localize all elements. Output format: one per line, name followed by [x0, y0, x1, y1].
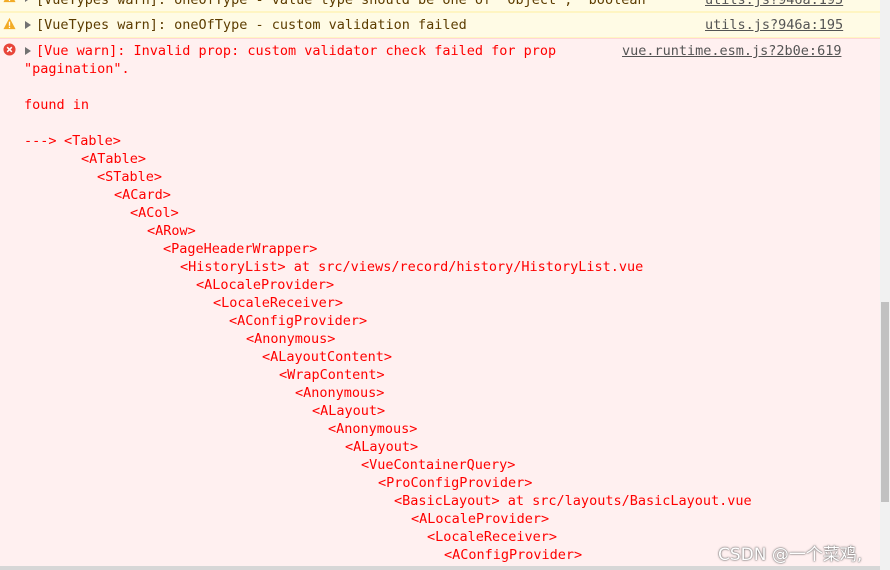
trace-component: <ALayout> [345, 439, 419, 455]
watermark: CSDN @一个菜鸡, [718, 545, 863, 565]
trace-component: <ALocaleProvider> [196, 277, 335, 293]
trace-component: <Table> [64, 133, 121, 149]
trace-component: <ALayoutContent> [262, 349, 393, 365]
console-message-error[interactable]: [Vue warn]: Invalid prop: custom validat… [0, 38, 880, 566]
expand-triangle-icon[interactable] [25, 47, 31, 55]
found-in-label: found in [24, 97, 90, 113]
source-link[interactable]: utils.js?946a:195 [705, 0, 843, 9]
trace-component: <ACol> [130, 205, 179, 221]
devtools-console: [VueTypes warn]: oneOfType - value type … [0, 0, 890, 570]
trace-arrow: ---> [24, 133, 57, 149]
expand-triangle-icon[interactable] [25, 21, 31, 29]
source-link[interactable]: utils.js?946a:195 [705, 16, 843, 34]
trace-component: <VueContainerQuery> [361, 457, 516, 473]
trace-component: <STable> [97, 169, 163, 185]
error-text-line2: "pagination". [24, 61, 130, 77]
trace-component: <HistoryList> at src/views/record/histor… [180, 259, 644, 275]
scrollbar-thumb[interactable] [881, 302, 889, 502]
warning-triangle-icon [3, 17, 16, 30]
trace-component: <ALayout> [312, 403, 386, 419]
source-link[interactable]: vue.runtime.esm.js?2b0e:619 [622, 42, 841, 60]
trace-component: <ProConfigProvider> [378, 475, 533, 491]
expand-triangle-icon[interactable] [25, 0, 31, 2]
trace-component: <BasicLayout> at src/layouts/BasicLayout… [394, 493, 752, 509]
horizontal-divider [0, 566, 880, 570]
trace-component: <AConfigProvider> [444, 547, 583, 563]
trace-component: <Anonymous> [295, 385, 385, 401]
message-text: [VueTypes warn]: oneOfType - custom vali… [36, 17, 467, 33]
trace-component: <LocaleReceiver> [427, 529, 558, 545]
warning-triangle-icon [3, 0, 16, 3]
error-text-line1: [Vue warn]: Invalid prop: custom validat… [36, 43, 557, 59]
trace-component: <Anonymous> [328, 421, 418, 437]
trace-component: <WrapContent> [279, 367, 385, 383]
vertical-scrollbar[interactable] [880, 0, 890, 570]
message-text: [VueTypes warn]: oneOfType - value type … [36, 0, 654, 8]
trace-component: <ACard> [114, 187, 171, 203]
trace-component: <ARow> [147, 223, 196, 239]
trace-component: <ALocaleProvider> [411, 511, 550, 527]
trace-component: <ATable> [81, 151, 147, 167]
error-circle-icon [3, 43, 16, 56]
trace-component: <Anonymous> [246, 331, 336, 347]
console-message-warning[interactable]: [VueTypes warn]: oneOfType - custom vali… [0, 12, 880, 38]
trace-component: <PageHeaderWrapper> [163, 241, 318, 257]
trace-component: <AConfigProvider> [229, 313, 368, 329]
console-message-warning[interactable]: [VueTypes warn]: oneOfType - value type … [0, 0, 880, 12]
trace-component: <LocaleReceiver> [213, 295, 344, 311]
